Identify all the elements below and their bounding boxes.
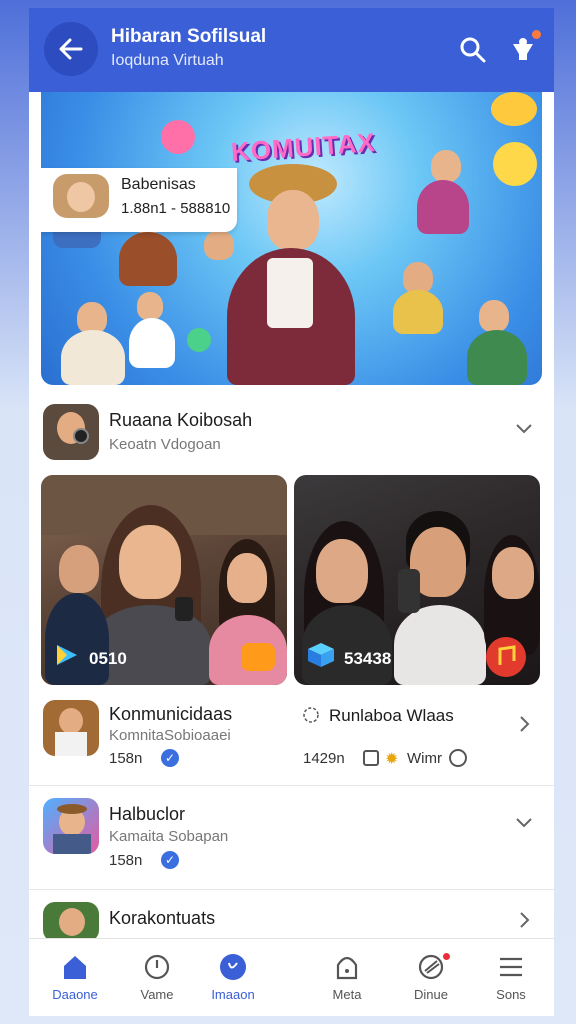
home-icon: [64, 956, 86, 979]
crowd-figure: [467, 330, 527, 385]
arrow-left-icon: [59, 38, 83, 60]
nav-label: Dinue: [414, 987, 448, 1002]
chevron-down-icon[interactable]: [514, 812, 534, 832]
nav-item-shop[interactable]: Meta: [307, 939, 387, 1016]
row-title[interactable]: Korakontuats: [109, 908, 215, 929]
bottom-navigation: Daaone Vame Imaaon Meta Dinue Sons: [29, 938, 554, 1016]
crowd-face: [137, 292, 163, 320]
crowd-figure: [417, 180, 469, 234]
row-subtitle: KomnitaSobioaaei: [109, 727, 231, 744]
page-title: Hibaran Sofilsual: [111, 26, 267, 47]
clock-icon: [449, 749, 467, 767]
crowd-face: [204, 230, 234, 260]
nav-item-home[interactable]: Daaone: [35, 939, 115, 1016]
avatar[interactable]: [43, 902, 99, 942]
verified-icon: ✓: [161, 851, 179, 869]
divider: [29, 889, 554, 890]
nav-label: Daaone: [52, 987, 98, 1002]
video-card[interactable]: 0510: [41, 475, 287, 685]
mini-card-name: Babenisas: [121, 176, 196, 193]
balloon-decoration: [161, 120, 195, 154]
menu-icon: [500, 957, 522, 977]
crowd-figure: [393, 290, 443, 334]
room-title[interactable]: Ruaana Koibosah: [109, 410, 252, 431]
mini-profile-card[interactable]: Babenisas 1.88n1 - 588810: [41, 168, 237, 232]
app-header: Hibaran Sofilsual Ioqduna Virtuah: [29, 8, 554, 92]
mini-card-meta: 1.88n1 - 588810: [121, 200, 231, 217]
calendar-icon: [363, 750, 379, 766]
nav-item-menu[interactable]: Sons: [471, 939, 551, 1016]
crowd-figure: [61, 330, 125, 385]
video-count: 53438: [344, 649, 392, 668]
crowd-figure: [129, 318, 175, 368]
room-subtitle: Keoatn Vdogoan: [109, 436, 221, 453]
badge-icon: [241, 643, 275, 671]
row-right-meta: 1429n: [303, 750, 345, 767]
crowd-face: [479, 300, 509, 332]
verified-icon: ✓: [161, 749, 179, 767]
bag-icon: [336, 956, 358, 980]
notification-badge: [441, 951, 452, 962]
host-shirt: [267, 258, 313, 328]
nav-label: Vame: [140, 987, 174, 1002]
sun-icon: ✹: [385, 751, 399, 768]
nav-label: Meta: [332, 987, 362, 1002]
row-subtitle: Kamaita Sobapan: [109, 828, 229, 845]
crowd-figure: [119, 232, 177, 286]
chevron-down-icon[interactable]: [514, 418, 534, 438]
chevron-right-icon[interactable]: [514, 910, 534, 930]
host-face: [267, 190, 319, 250]
app-screen: Hibaran Sofilsual Ioqduna Virtuah KOMUIT…: [29, 8, 554, 1016]
play-icon: [57, 645, 77, 665]
row-count: 158n: [109, 750, 143, 767]
row-right-title[interactable]: Runlaboa Wlaas: [329, 706, 454, 726]
hero-banner[interactable]: KOMUITAX Babenisas 1.88n1 - 588810: [41, 92, 542, 385]
emoji-decoration: [493, 142, 537, 186]
chevron-right-icon[interactable]: [514, 714, 534, 734]
music-icon: [486, 637, 526, 677]
crowd-face: [431, 150, 461, 182]
nav-item-live[interactable]: Imaaon: [193, 939, 273, 1016]
video-card[interactable]: 53438: [294, 475, 540, 685]
avatar: [53, 174, 109, 218]
live-icon: [220, 954, 246, 980]
nav-item-chat[interactable]: Dinue: [391, 939, 471, 1016]
row-count: 158n: [109, 852, 143, 869]
notification-dot: [532, 30, 541, 39]
cube-icon: [308, 643, 334, 667]
back-button[interactable]: [44, 22, 98, 76]
nav-label: Imaaon: [211, 987, 255, 1002]
page-subtitle: Ioqduna Virtuah: [111, 52, 224, 69]
nav-label: Sons: [496, 987, 526, 1002]
compass-icon: [144, 954, 170, 980]
video-count: 0510: [89, 649, 127, 668]
avatar[interactable]: [43, 700, 99, 756]
divider: [29, 785, 554, 786]
row-title[interactable]: Konmunicidaas: [109, 704, 232, 725]
ball-decoration: [187, 328, 211, 352]
search-icon[interactable]: [457, 34, 489, 66]
nav-item-explore[interactable]: Vame: [117, 939, 197, 1016]
row-title[interactable]: Halbuclor: [109, 804, 185, 825]
banner-title: KOMUITAX: [230, 126, 377, 168]
balloon-decoration: [491, 92, 537, 126]
settings-icon: [303, 707, 319, 723]
avatar[interactable]: [43, 404, 99, 460]
avatar[interactable]: [43, 798, 99, 854]
row-right-tag: Wimr: [407, 750, 442, 767]
